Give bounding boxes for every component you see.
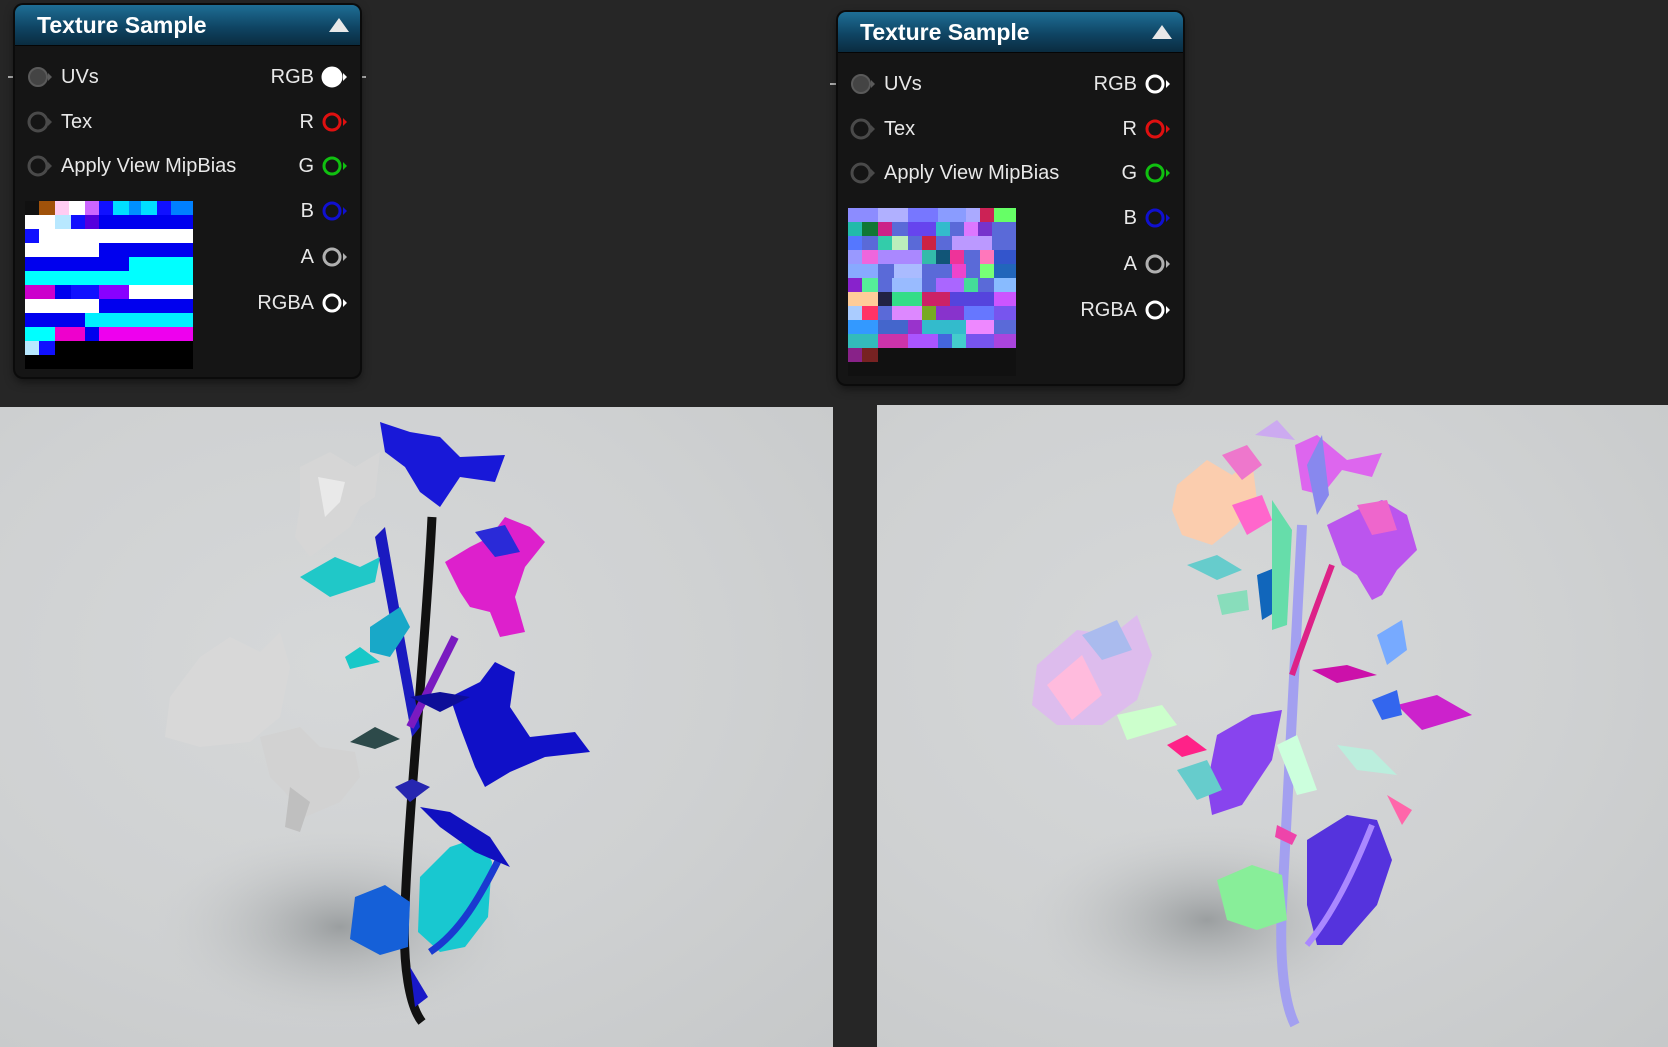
collapse-triangle-icon[interactable]	[1151, 24, 1173, 40]
pin-label: G	[1121, 162, 1137, 184]
output-pin-r[interactable]: R	[220, 107, 360, 137]
pin-label: B	[300, 200, 314, 222]
a-pin-icon[interactable]	[1143, 251, 1171, 277]
pin-label: Apply View MipBias	[884, 162, 1060, 184]
pin-label: A	[1123, 253, 1137, 275]
node-header[interactable]: Texture Sample	[838, 12, 1183, 53]
node-title: Texture Sample	[37, 12, 207, 38]
pin-label: UVs	[884, 73, 922, 95]
output-pin-a[interactable]: A	[1043, 249, 1183, 279]
pin-label: Tex	[61, 111, 93, 133]
output-pin-rgb[interactable]: RGB	[220, 62, 360, 92]
input-pin-uvs[interactable]: UVs	[15, 62, 215, 92]
pin-label: G	[298, 155, 314, 177]
input-pin-apply-view-mipbias[interactable]: Apply View MipBias	[838, 158, 1078, 188]
output-pin-rgb[interactable]: RGB	[1043, 69, 1183, 99]
tex-pin-icon[interactable]	[27, 109, 53, 135]
output-pin-rgba[interactable]: RGBA	[1043, 295, 1183, 325]
rgb-pin-icon[interactable]	[1143, 71, 1171, 97]
texture-sample-node-left[interactable]: Texture Sample UVs Tex Apply View MipBia…	[15, 5, 360, 377]
pin-label: RGBA	[257, 292, 314, 314]
pin-label: RGBA	[1080, 299, 1137, 321]
pin-label: A	[300, 246, 314, 268]
viewport-preview-right[interactable]	[877, 405, 1668, 1047]
g-pin-icon[interactable]	[320, 153, 348, 179]
collapse-triangle-icon[interactable]	[328, 17, 350, 33]
r-pin-icon[interactable]	[320, 109, 348, 135]
b-pin-icon[interactable]	[320, 198, 348, 224]
r-pin-icon[interactable]	[1143, 116, 1171, 142]
a-pin-icon[interactable]	[320, 244, 348, 270]
output-pin-b[interactable]: B	[1043, 203, 1183, 233]
texture-preview-thumbnail	[848, 208, 1016, 376]
input-pin-tex[interactable]: Tex	[15, 107, 215, 137]
pin-label: RGB	[270, 66, 314, 88]
mipbias-pin-icon[interactable]	[850, 160, 876, 186]
viewport-preview-left[interactable]	[0, 407, 833, 1047]
output-pin-g[interactable]: G	[1043, 158, 1183, 188]
output-pin-g[interactable]: G	[220, 151, 360, 181]
input-pin-apply-view-mipbias[interactable]: Apply View MipBias	[15, 151, 255, 181]
uvs-pin-icon[interactable]	[27, 64, 53, 90]
uvs-pin-icon[interactable]	[850, 71, 876, 97]
rgba-pin-icon[interactable]	[1143, 297, 1171, 323]
pin-label: B	[1123, 207, 1137, 229]
pin-label: Apply View MipBias	[61, 155, 237, 177]
node-title: Texture Sample	[860, 19, 1030, 45]
plant-mesh-render-left	[150, 422, 590, 1027]
pin-label: R	[299, 111, 314, 133]
plant-mesh-render-right	[1017, 420, 1472, 1028]
g-pin-icon[interactable]	[1143, 160, 1171, 186]
rgba-pin-icon[interactable]	[320, 290, 348, 316]
pin-label: UVs	[61, 66, 99, 88]
input-pin-tex[interactable]: Tex	[838, 114, 1038, 144]
texture-preview-thumbnail	[25, 201, 193, 369]
output-pin-a[interactable]: A	[220, 242, 360, 272]
texture-sample-node-right[interactable]: Texture Sample UVs Tex Apply View MipBia…	[838, 12, 1183, 384]
rgb-pin-icon[interactable]	[320, 64, 348, 90]
node-header[interactable]: Texture Sample	[15, 5, 360, 46]
pin-label: Tex	[884, 118, 916, 140]
mipbias-pin-icon[interactable]	[27, 153, 53, 179]
output-pin-rgba[interactable]: RGBA	[220, 288, 360, 318]
output-pin-r[interactable]: R	[1043, 114, 1183, 144]
pin-label: RGB	[1093, 73, 1137, 95]
output-pin-b[interactable]: B	[220, 196, 360, 226]
pin-label: R	[1122, 118, 1137, 140]
input-pin-uvs[interactable]: UVs	[838, 69, 1038, 99]
b-pin-icon[interactable]	[1143, 205, 1171, 231]
tex-pin-icon[interactable]	[850, 116, 876, 142]
